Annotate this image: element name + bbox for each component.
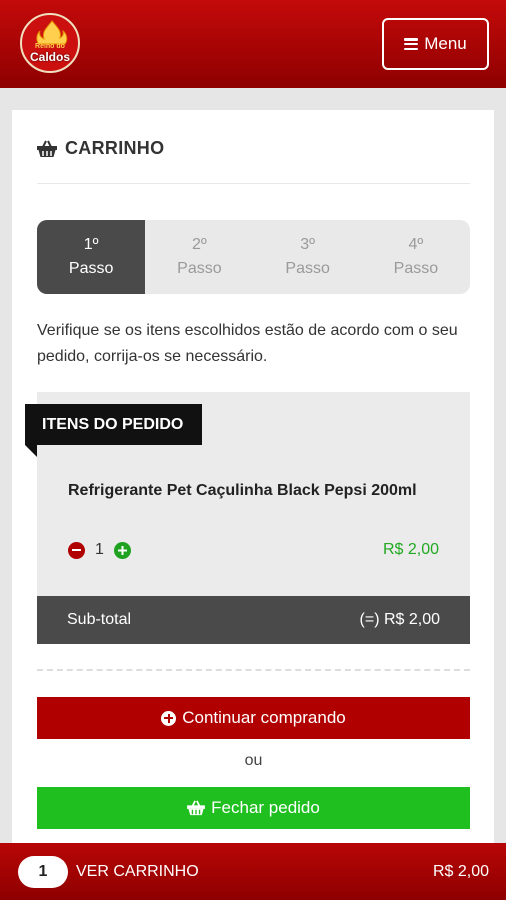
- step-label: Passo: [393, 260, 439, 277]
- close-order-button[interactable]: Fechar pedido: [37, 787, 470, 829]
- dashed-divider: [37, 669, 470, 671]
- step-label: Passo: [285, 260, 330, 277]
- subtotal-value: (=) R$ 2,00: [359, 611, 440, 628]
- logo-text-top: Reino do: [35, 43, 65, 50]
- continue-shopping-button[interactable]: Continuar comprando: [37, 697, 470, 739]
- logo-text: Caldos: [29, 50, 70, 64]
- step-number: 3º: [300, 236, 315, 253]
- menu-label: Menu: [424, 34, 467, 53]
- view-cart-link[interactable]: VER CARRINHO: [76, 863, 199, 881]
- step-4[interactable]: 4º Passo: [362, 220, 470, 294]
- step-label: Passo: [177, 260, 222, 277]
- basket-icon: [37, 140, 57, 157]
- minus-icon: [72, 549, 81, 551]
- increase-quantity-button[interactable]: [113, 541, 131, 559]
- title-divider: [37, 183, 470, 184]
- item-price: R$ 2,00: [382, 541, 439, 558]
- page-title: CARRINHO: [37, 138, 164, 159]
- subtotal-label: Sub-total: [67, 611, 132, 628]
- menu-button[interactable]: Menu: [382, 18, 489, 70]
- cart-count-badge: 1: [18, 855, 68, 888]
- cart-footer-bar[interactable]: 1 VER CARRINHO R$ 2,00: [0, 843, 506, 900]
- instructions-text: Verifique se os itens escolhidos estão d…: [37, 322, 458, 365]
- checkout-steps: 1º Passo 2º Passo 3º Passo 4º Passo: [37, 220, 470, 294]
- continue-label: Continuar comprando: [182, 708, 346, 727]
- decrease-quantity-button[interactable]: [68, 541, 85, 559]
- or-separator: ou: [244, 752, 263, 769]
- close-order-label: Fechar pedido: [211, 798, 320, 817]
- step-number: 2º: [192, 236, 207, 253]
- cart-total: R$ 2,00: [432, 862, 489, 880]
- step-3[interactable]: 3º Passo: [254, 220, 362, 294]
- quantity-value: 1: [95, 541, 104, 558]
- plus-icon: [117, 545, 127, 555]
- step-label: Passo: [68, 260, 114, 277]
- step-number: 4º: [408, 236, 424, 253]
- brand-logo[interactable]: Reino do Caldos: [20, 13, 80, 73]
- order-items-tag: ITENS DO PEDIDO: [25, 404, 202, 445]
- subtotal-bar: Sub-total (=) R$ 2,00: [37, 596, 470, 644]
- hamburger-icon: [404, 38, 419, 50]
- cart-title-text: CARRINHO: [65, 138, 165, 158]
- tag-fold: [25, 445, 37, 457]
- step-2[interactable]: 2º Passo: [145, 220, 253, 294]
- step-1[interactable]: 1º Passo: [37, 220, 146, 294]
- product-name: Refrigerante Pet Caçulinha Black Pepsi 2…: [68, 482, 417, 499]
- quantity-stepper: 1: [68, 541, 131, 559]
- plus-circle-icon: [161, 710, 177, 726]
- basket-icon: [187, 800, 206, 816]
- top-header: Reino do Caldos Menu: [0, 0, 506, 88]
- step-number: 1º: [83, 236, 99, 253]
